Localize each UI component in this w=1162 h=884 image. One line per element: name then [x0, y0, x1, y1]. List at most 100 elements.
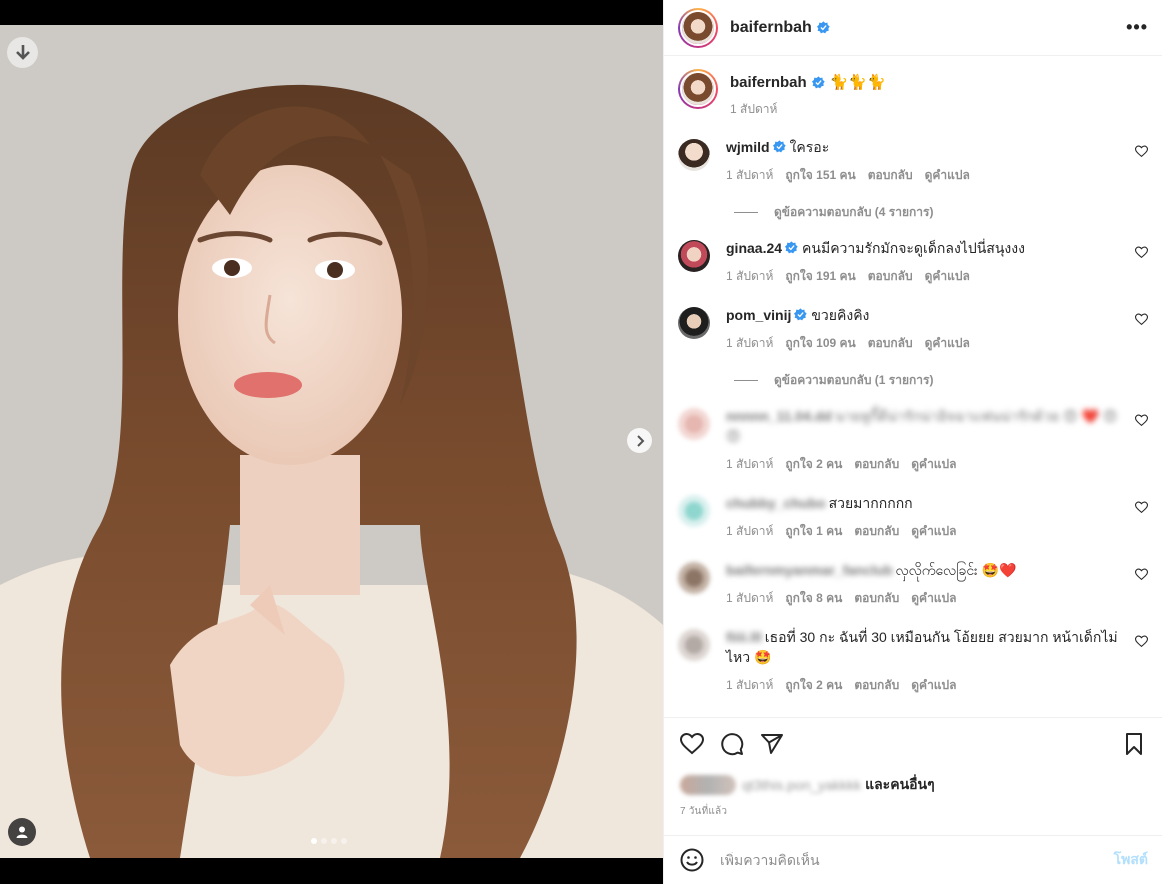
- tagged-users-button[interactable]: [8, 818, 36, 846]
- commenter-username[interactable]: wjmild: [726, 139, 770, 155]
- like-comment-icon[interactable]: [1135, 313, 1148, 326]
- caption-text: 🐈🐈🐈: [829, 74, 886, 91]
- comment-text: คนมีความรักมักจะดูเด็กลงไปนี่สนุงงง: [802, 240, 1025, 256]
- more-options-button[interactable]: •••: [1126, 17, 1148, 38]
- like-comment-icon[interactable]: [1135, 635, 1148, 648]
- next-slide-button[interactable]: [627, 428, 652, 453]
- comment-time[interactable]: 1 สัปดาห์: [726, 676, 773, 695]
- and-others-link[interactable]: และคนอื่นๆ: [865, 774, 935, 796]
- commenter-avatar[interactable]: [678, 629, 710, 661]
- post-timestamp[interactable]: 7 วันที่แล้ว: [680, 804, 727, 819]
- comment-time[interactable]: 1 สัปดาห์: [726, 166, 773, 185]
- comment-likes[interactable]: ถูกใจ 8 คน: [785, 589, 842, 608]
- verified-badge-icon: [772, 140, 786, 153]
- commenter-username[interactable]: ginaa.24: [726, 240, 782, 256]
- translate-button[interactable]: ดูคำแปล: [911, 589, 956, 608]
- post-comment-button[interactable]: โพสต์: [1114, 849, 1148, 871]
- comment-text: ขวยคิงคิง: [811, 307, 870, 323]
- liker-avatars: [680, 775, 736, 795]
- reply-button[interactable]: ตอบกลับ: [854, 455, 899, 474]
- reply-button[interactable]: ตอบกลับ: [854, 676, 899, 695]
- post-photo[interactable]: [0, 25, 663, 858]
- comment-time[interactable]: 1 สัปดาห์: [726, 455, 773, 474]
- reply-button[interactable]: ตอบกลับ: [868, 166, 913, 185]
- view-replies-button[interactable]: ดูข้อความตอบกลับ (4 รายการ): [734, 203, 933, 222]
- view-replies-button[interactable]: ดูข้อความตอบกลับ (1 รายการ): [734, 371, 933, 390]
- like-post-button[interactable]: [679, 732, 705, 756]
- translate-button[interactable]: ดูคำแปล: [925, 334, 970, 353]
- reply-button[interactable]: ตอบกลับ: [868, 267, 913, 286]
- translate-button[interactable]: ดูคำแปล: [925, 267, 970, 286]
- verified-badge-icon: [794, 308, 808, 321]
- header-username[interactable]: baifernbah: [730, 19, 812, 37]
- commenter-username[interactable]: nnnnn_11.04.dd: [726, 408, 832, 424]
- arrow-down-icon: [15, 44, 30, 60]
- comment-text: สวยมากกกกก: [828, 495, 913, 511]
- comment-item: chubby_chubo สวยมากกกกก 1 สัปดาห์ ถูกใจ 1…: [678, 493, 1148, 541]
- translate-button[interactable]: ดูคำแปล: [925, 166, 970, 185]
- view-replies-label: ดูข้อความตอบกลับ (1 รายการ): [774, 373, 934, 387]
- paper-plane-icon: [761, 734, 783, 754]
- comment-input[interactable]: [720, 852, 1114, 868]
- comment-button[interactable]: [720, 732, 744, 756]
- caption-time[interactable]: 1 สัปดาห์: [730, 100, 777, 119]
- comment-likes[interactable]: ถูกใจ 109 คน: [785, 334, 855, 353]
- comment-likes[interactable]: ถูกใจ 2 คน: [785, 455, 842, 474]
- commenter-username[interactable]: pom_vinij: [726, 307, 791, 323]
- comment-likes[interactable]: ถูกใจ 1 คน: [785, 522, 842, 541]
- view-replies-label: ดูข้อความตอบกลับ (4 รายการ): [774, 205, 934, 219]
- emoji-icon[interactable]: [680, 848, 704, 872]
- comment-time[interactable]: 1 สัปดาห์: [726, 334, 773, 353]
- comment-time[interactable]: 1 สัปดาห์: [726, 267, 773, 286]
- post-sidebar: baifernbah ••• baifernbah 🐈🐈🐈 1 สัปดาห์ …: [663, 0, 1162, 884]
- reply-button[interactable]: ตอบกลับ: [868, 334, 913, 353]
- comment-item: nnnnn_11.04.dd นายหูกี้ดีน่ารักน่าอิจฉาแฟ…: [678, 406, 1148, 474]
- caption-avatar[interactable]: [678, 69, 718, 109]
- save-post-button[interactable]: [1122, 732, 1146, 756]
- reply-button[interactable]: ตอบกลับ: [854, 589, 899, 608]
- comment-text: เธอที่ 30 กะ ฉันที่ 30 เหมือนกัน โอ้ยยย …: [726, 629, 1118, 665]
- share-button[interactable]: [760, 732, 784, 756]
- media-panel: [0, 0, 663, 884]
- comment-time[interactable]: 1 สัปดาห์: [726, 589, 773, 608]
- post-header: baifernbah •••: [664, 0, 1162, 56]
- like-comment-icon[interactable]: [1135, 501, 1148, 514]
- verified-badge-icon: [816, 21, 830, 34]
- translate-button[interactable]: ดูคำแปล: [911, 522, 956, 541]
- comment-item: ginaa.24 คนมีความรักมักจะดูเด็กลงไปนี่สนุ…: [678, 238, 1148, 286]
- comment-item: baifernmyanmar_fanclub လှလိုက်လေခြင်း 🤩❤️…: [678, 560, 1148, 608]
- commenter-avatar[interactable]: [678, 240, 710, 272]
- header-avatar[interactable]: [678, 7, 718, 48]
- caption-username[interactable]: baifernbah: [730, 74, 807, 91]
- like-comment-icon[interactable]: [1135, 414, 1148, 427]
- commenter-avatar[interactable]: [678, 307, 710, 339]
- commenter-avatar[interactable]: [678, 139, 710, 171]
- like-comment-icon[interactable]: [1135, 246, 1148, 259]
- comment-composer: โพสต์: [664, 835, 1162, 884]
- comment-time[interactable]: 1 สัปดาห์: [726, 522, 773, 541]
- liker-names[interactable]: qt3this.pon_yakkkk: [742, 777, 861, 793]
- likes-summary[interactable]: qt3this.pon_yakkkk และคนอื่นๆ: [680, 774, 935, 796]
- header-username-wrap: baifernbah: [730, 19, 830, 37]
- comment-likes[interactable]: ถูกใจ 2 คน: [785, 676, 842, 695]
- comment-likes[interactable]: ถูกใจ 151 คน: [785, 166, 855, 185]
- translate-button[interactable]: ดูคำแปล: [911, 676, 956, 695]
- carousel-dot: [331, 838, 337, 844]
- like-comment-icon[interactable]: [1135, 568, 1148, 581]
- commenter-avatar[interactable]: [678, 495, 710, 527]
- comments-list[interactable]: baifernbah 🐈🐈🐈 1 สัปดาห์ wjmildใครอะ 1: [664, 57, 1162, 717]
- translate-button[interactable]: ดูคำแปล: [911, 455, 956, 474]
- commenter-avatar[interactable]: [678, 562, 710, 594]
- commenter-avatar[interactable]: [678, 408, 710, 440]
- commenter-username[interactable]: baifernmyanmar_fanclub: [726, 562, 893, 578]
- commenter-username[interactable]: fiiii.lll: [726, 629, 762, 645]
- comment-likes[interactable]: ถูกใจ 191 คน: [785, 267, 855, 286]
- reply-button[interactable]: ตอบกลับ: [854, 522, 899, 541]
- carousel-dot: [311, 838, 317, 844]
- carousel-dot: [341, 838, 347, 844]
- like-comment-icon[interactable]: [1135, 145, 1148, 158]
- comment-bubble-icon: [721, 733, 744, 756]
- portrait-illustration: [0, 25, 663, 858]
- download-button[interactable]: [7, 37, 38, 68]
- commenter-username[interactable]: chubby_chubo: [726, 495, 826, 511]
